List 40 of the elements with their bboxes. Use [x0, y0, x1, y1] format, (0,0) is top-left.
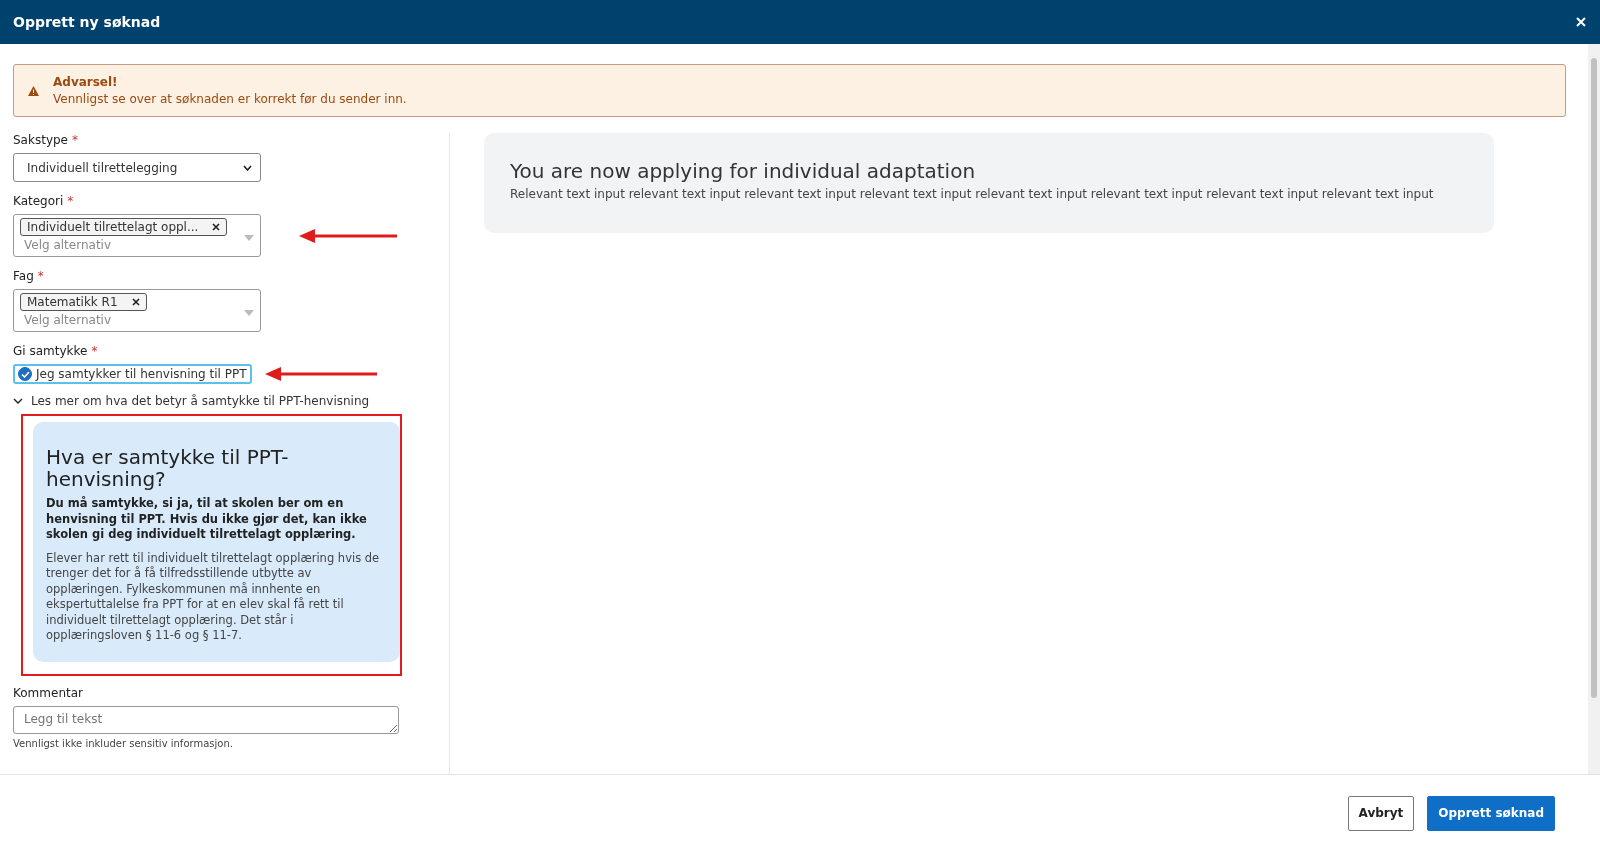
info-text: Elever har rett til individuelt tilrettelagt opplæring hvis de trenger det for å få tilfredsstillende utbytte av opplæringen. Fylkeskommunen må innhente en ekspertuttalelse fra PPT for at en elev skal få rett til individuelt tilrettelagt opplæring. Det står i opplæringsloven § 11-6 og § 11-7. [46, 550, 381, 644]
placeholder-text: Velg alternativ [23, 238, 113, 252]
caret-icon [244, 235, 254, 241]
submit-button[interactable]: Opprett søknad [1427, 795, 1555, 831]
comment-field[interactable]: Legg til tekst [13, 705, 399, 734]
panel-text: Relevant text input relevant text input relevant text input relevant text input relevant text input relevant text input relevant text input relevant text input [510, 187, 1435, 201]
selected-tag: Individuelt tilrettelagt oppl... [20, 218, 228, 236]
info-title: Hva er samtykke til PPT-henvisning? [46, 446, 290, 490]
field-label: Kategori * [13, 194, 75, 208]
required-mark: * [91, 344, 98, 358]
field-label: Sakstype * [13, 133, 79, 147]
required-mark: * [67, 194, 74, 208]
field-label: Kommentar [13, 685, 84, 700]
field-label: Gi samtykke * [13, 344, 99, 358]
multiselect-field[interactable]: Matematikk R1 Velg alternativ [13, 289, 261, 332]
alert-message: Vennligst se over at søknaden er korrekt før du sender inn. [53, 92, 407, 106]
panel-title: You are now applying for individual adaptation [510, 159, 977, 183]
dialog-title: Opprett ny søknad [13, 14, 161, 30]
select-field[interactable]: Individuell tilrettelegging [13, 153, 261, 182]
close-icon [1576, 17, 1586, 27]
multiselect-field[interactable]: Individuelt tilrettelagt oppl... Velg alternativ [13, 214, 261, 257]
hint-text: Vennligst ikke inkluder sensitiv informasjon. [13, 737, 234, 749]
caret-icon [244, 310, 254, 316]
consent-checkbox[interactable]: Jeg samtykker til henvisning til PPT [13, 364, 252, 384]
scrollbar[interactable] [1588, 44, 1600, 774]
field-label: Fag * [13, 269, 45, 283]
close-button[interactable] [1574, 15, 1588, 29]
required-mark: * [72, 133, 78, 147]
required-mark: * [37, 269, 44, 283]
remove-icon[interactable] [131, 298, 140, 306]
placeholder-text: Velg alternativ [23, 313, 113, 327]
chevron-icon [243, 164, 252, 171]
warning-icon [28, 85, 39, 96]
remove-icon[interactable] [212, 223, 221, 231]
selected-tag: Matematikk R1 [20, 293, 147, 311]
chevron-icon [13, 398, 23, 404]
expand-toggle[interactable]: Les mer om hva det betyr å samtykke til PPT-henvisning [13, 394, 449, 408]
info-lead: Du må samtykke, si ja, til at skolen ber om en henvisning til PPT. Hvis du ikke gjør det, kan ikke skolen gi deg individuelt tilrettelagt opplæring. [46, 496, 368, 543]
cancel-button[interactable]: Avbryt [1347, 795, 1415, 831]
alert-title: Advarsel! [53, 75, 119, 89]
